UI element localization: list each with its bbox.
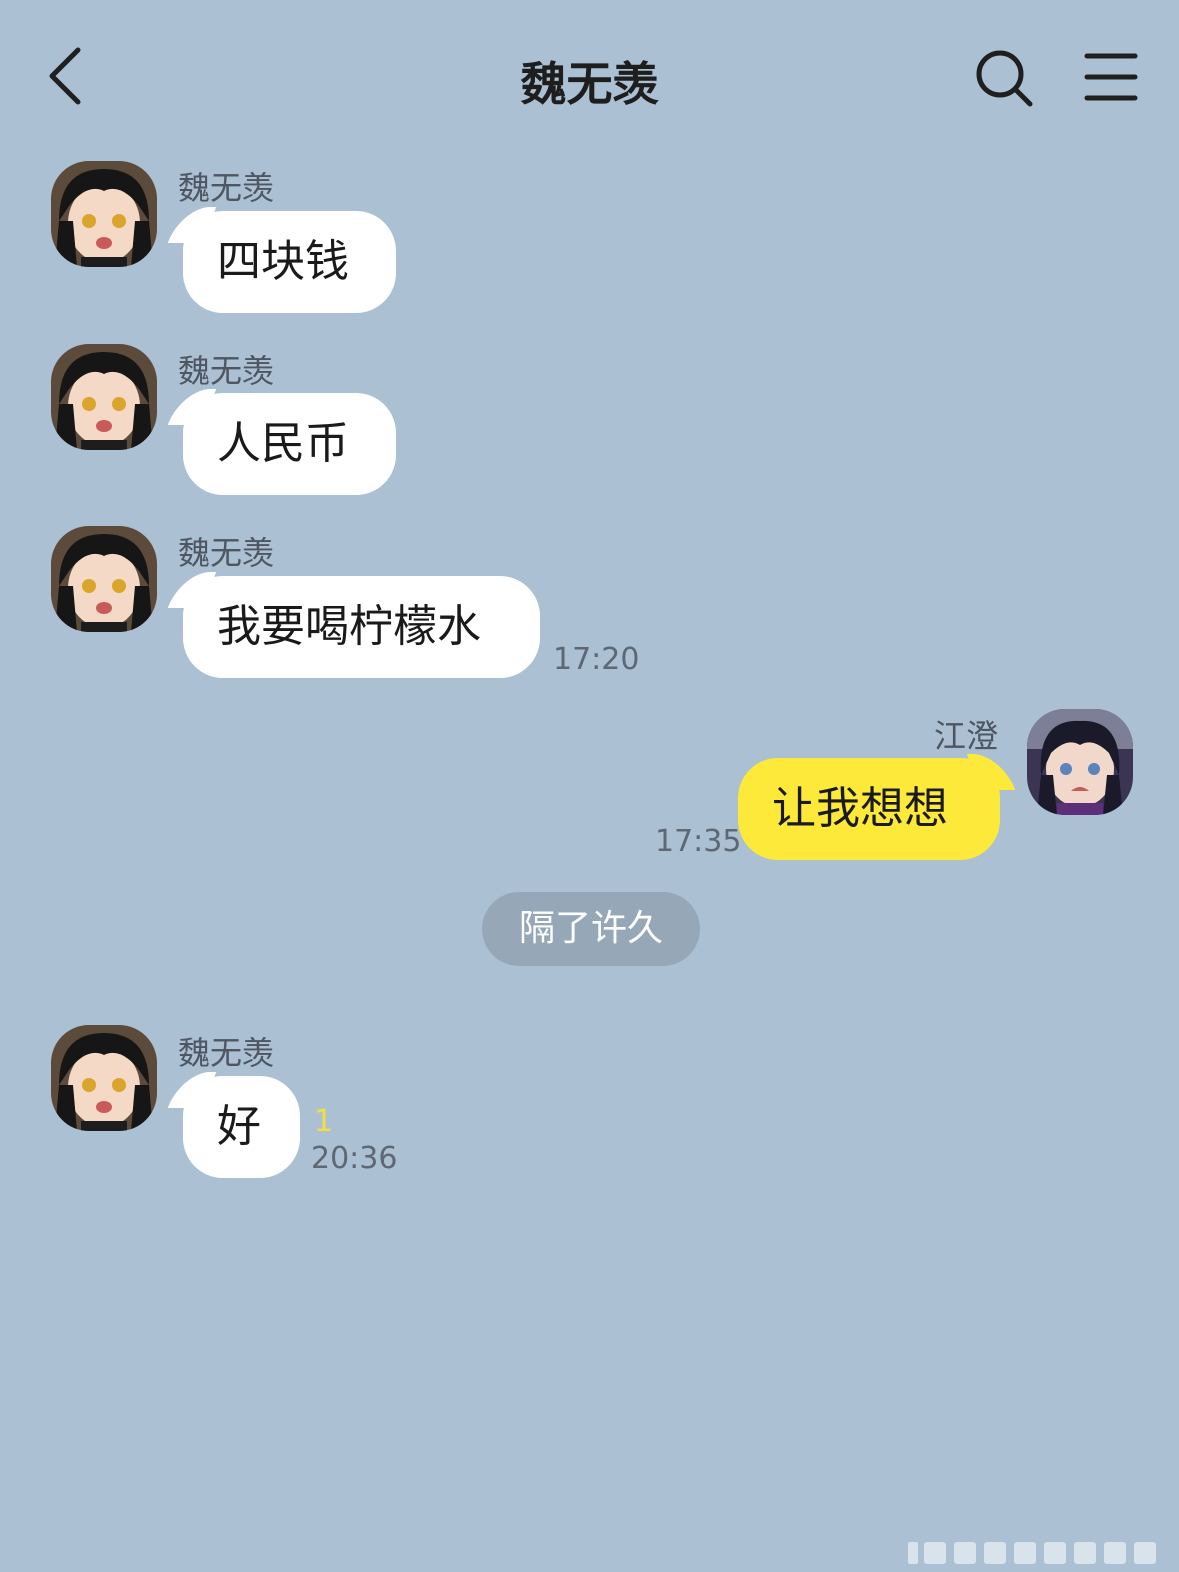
menu-button[interactable] [1084, 50, 1138, 104]
avatar[interactable] [51, 161, 157, 267]
message-bubble[interactable]: 好 [183, 1076, 300, 1178]
avatar[interactable] [51, 344, 157, 450]
avatar[interactable] [51, 1025, 157, 1131]
message-bubble[interactable]: 我要喝柠檬水 [183, 576, 540, 678]
message-time: 17:35 [655, 824, 742, 859]
sender-name: 魏无羡 [178, 352, 275, 390]
time-gap-divider: 隔了许久 [482, 892, 700, 966]
watermark [908, 1542, 1156, 1564]
avatar[interactable] [1027, 709, 1133, 815]
message-time: 20:36 [311, 1141, 398, 1176]
avatar[interactable] [51, 526, 157, 632]
message-bubble[interactable]: 让我想想 [738, 758, 1000, 860]
message-time: 17:20 [553, 642, 640, 677]
sender-name: 江澄 [934, 717, 999, 755]
search-button[interactable] [972, 46, 1036, 110]
message-bubble[interactable]: 四块钱 [183, 211, 396, 313]
sender-name: 魏无羡 [178, 534, 275, 572]
sender-name: 魏无羡 [178, 1034, 275, 1072]
menu-icon [1084, 53, 1138, 101]
chat-header: 魏无羡 [0, 0, 1179, 150]
search-icon [976, 50, 1033, 107]
unread-count: 1 [314, 1104, 334, 1139]
message-bubble[interactable]: 人民币 [183, 393, 396, 495]
sender-name: 魏无羡 [178, 169, 275, 207]
